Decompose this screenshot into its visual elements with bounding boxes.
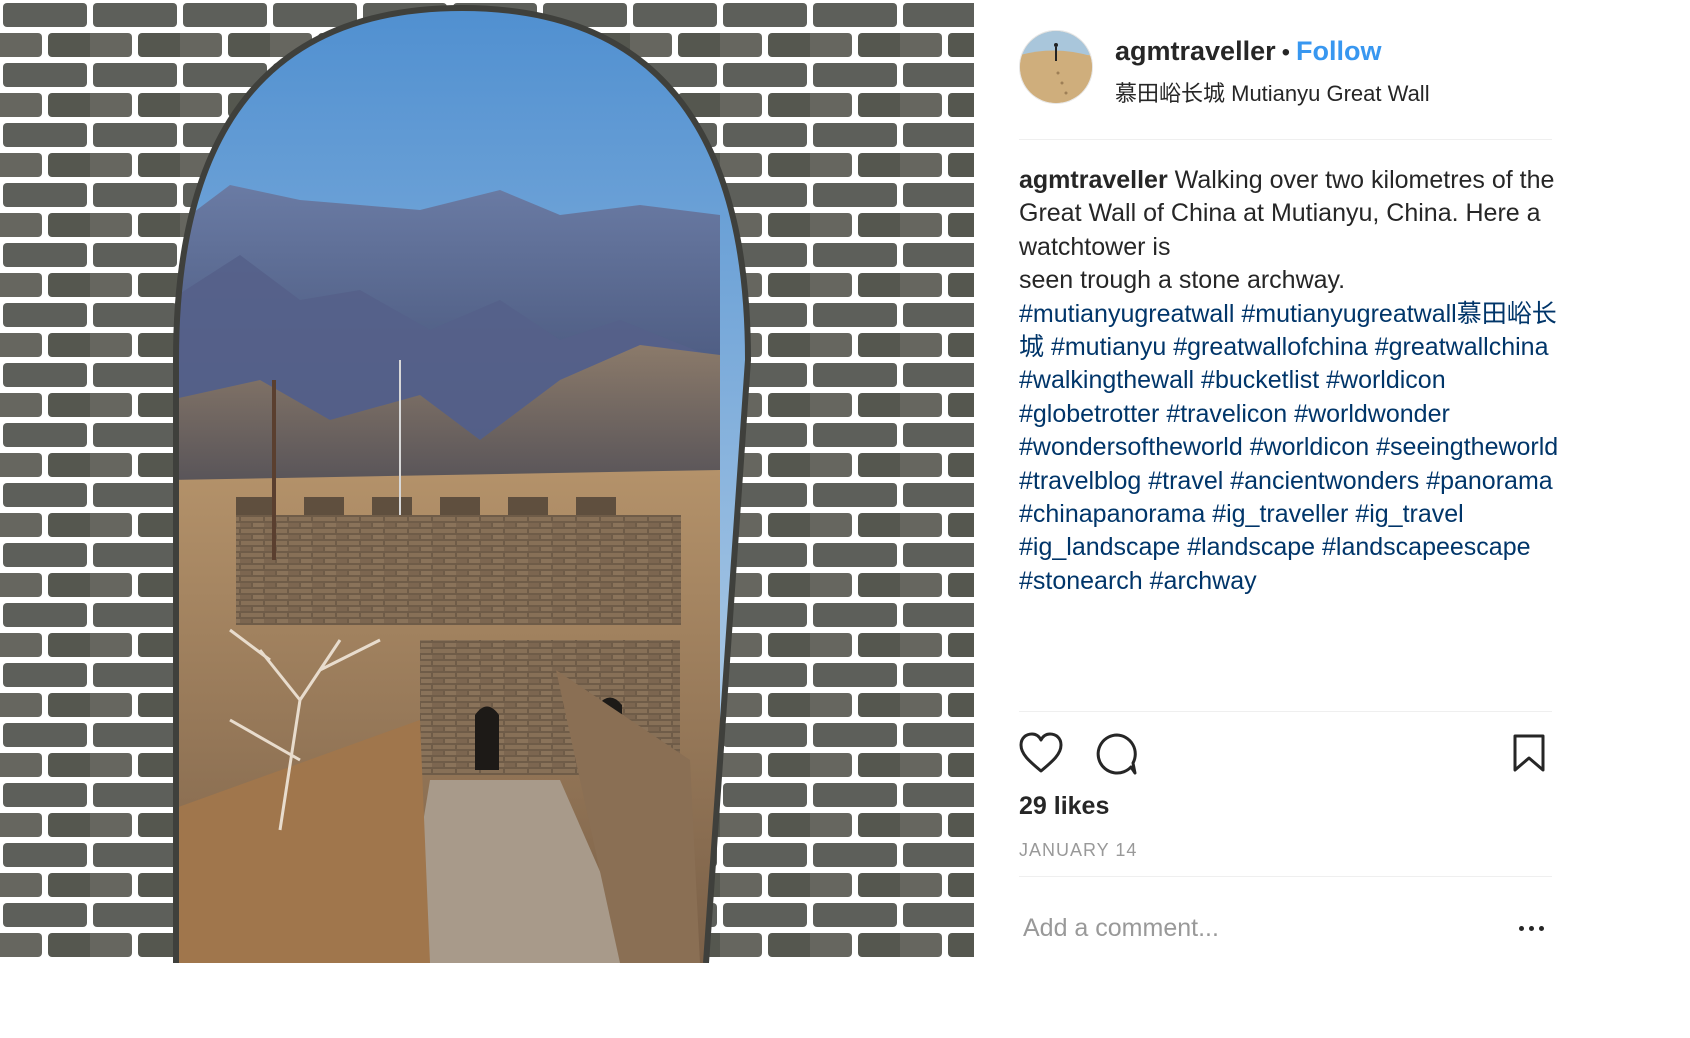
heart-icon[interactable] [1019,732,1063,779]
location-link[interactable]: 慕田峪长城 Mutianyu Great Wall [1115,76,1430,108]
caption-hashtags[interactable]: #mutianyugreatwall #mutianyugreatwall慕田峪… [1019,300,1558,595]
comment-divider [1019,876,1552,877]
separator-dot: • [1281,39,1290,66]
post-sidebar: agmtraveller • Follow 慕田峪长城 Mutianyu Great… [1019,0,1559,1038]
avatar[interactable] [1019,30,1093,104]
avatar-image [1020,31,1092,103]
more-options-icon[interactable] [1519,922,1549,934]
username-link[interactable]: agmtraveller [1115,36,1276,66]
likes-count[interactable]: 29 likes [1019,792,1109,821]
comment-bubble-icon[interactable] [1095,732,1139,781]
post-date[interactable]: JANUARY 14 [1019,840,1137,861]
header-user-row: agmtraveller • Follow [1115,36,1381,67]
caption-text-continued: seen trough a stone archway. [1019,266,1346,295]
header-divider [1019,139,1552,140]
add-comment-input[interactable] [1023,908,1483,948]
post-caption: agmtraveller Walking over two kilometres… [1019,164,1559,598]
post-actions [1019,732,1552,776]
post-photo[interactable] [0,0,974,963]
follow-button[interactable]: Follow [1296,36,1381,66]
caption-username-link[interactable]: agmtraveller [1019,166,1168,194]
post-header: agmtraveller • Follow 慕田峪长城 Mutianyu Great… [1019,30,1552,106]
caption-divider [1019,711,1552,712]
great-wall-arch-photo [0,0,974,963]
bookmark-icon[interactable] [1513,734,1545,777]
